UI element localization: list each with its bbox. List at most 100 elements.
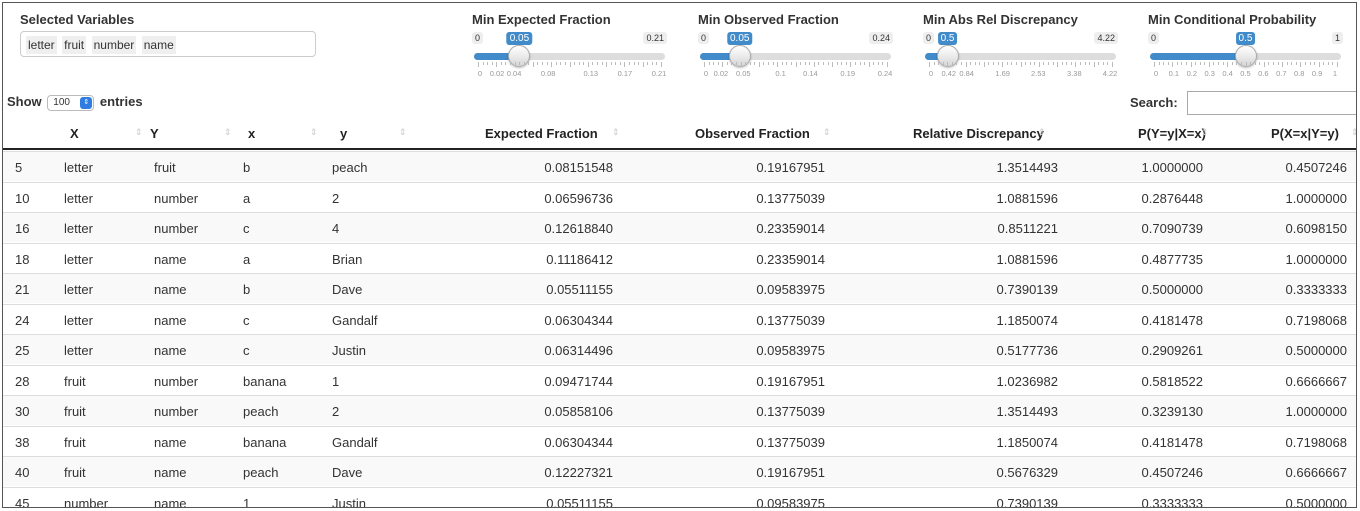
- slider-tick: [1112, 62, 1113, 67]
- slider-grid-label: 4.22: [1102, 69, 1118, 78]
- slider-grid-label: 0.02: [489, 69, 505, 78]
- sort-icon[interactable]: ⇕: [1351, 127, 1356, 138]
- column-header[interactable]: P(Y=y|X=x): [1138, 126, 1206, 141]
- table-row[interactable]: 5 letter fruit b peach 0.08151548 0.19167951 1.…: [3, 151, 1356, 181]
- slider-tick: [929, 62, 930, 67]
- table-row[interactable]: 25 letter name c Justin 0.06314496 0.09583975 0…: [3, 334, 1356, 364]
- variable-chip[interactable]: letter: [26, 36, 57, 54]
- entries-select[interactable]: 100 ⇕: [47, 94, 95, 111]
- slider-4[interactable]: Min Conditional Probability 0 1 0.5 0 0.1 0.2 0…: [1148, 12, 1343, 82]
- table-row[interactable]: 21 letter name b Dave 0.05511155 0.09583975 0.7…: [3, 273, 1356, 303]
- expected-fraction-cell: 0.05858106: [544, 404, 613, 419]
- slider-tick: [809, 62, 811, 65]
- p-y-given-x-cell: 0.4877735: [1141, 251, 1203, 267]
- slider-tick: [800, 62, 802, 65]
- observed-fraction-cell: 0.09583975: [756, 343, 825, 358]
- table-row[interactable]: 18 letter name a Brian 0.11186412 0.23359014 1.…: [3, 242, 1356, 273]
- slider-tick: [1158, 62, 1160, 65]
- table-row[interactable]: 40 fruit name peach Dave 0.12227321 0.19167951…: [3, 456, 1356, 486]
- table-row[interactable]: 45 number name 1 Justin 0.05511155 0.09583975 0…: [3, 486, 1356, 508]
- slider-track[interactable]: [474, 53, 665, 60]
- variable-chip[interactable]: number: [91, 36, 137, 54]
- slider-title: Min Observed Fraction: [698, 12, 839, 27]
- column-header[interactable]: P(X=x|Y=y): [1271, 126, 1339, 141]
- slider-tick: [836, 62, 838, 65]
- variable-chip[interactable]: fruit: [62, 36, 87, 54]
- slider-grid-label: 2.53: [1031, 69, 1046, 78]
- x-cell: c: [243, 221, 250, 236]
- sort-icon[interactable]: ⇕: [310, 127, 318, 138]
- Y-cell: name: [154, 495, 187, 508]
- table-row[interactable]: 28 fruit number banana 1 0.09471744 0.19167951…: [3, 364, 1356, 395]
- table-row[interactable]: 10 letter number a 2 0.06596736 0.13775039 1.08…: [3, 181, 1356, 212]
- slider-tick: [1213, 62, 1215, 65]
- slider-2[interactable]: Min Observed Fraction 0 0.24 0.05 0 0.02 0.05 0…: [698, 12, 893, 82]
- y-cell: Gandalf: [332, 312, 378, 328]
- X-cell: letter: [64, 190, 93, 206]
- Y-cell: number: [154, 221, 199, 236]
- expected-fraction-cell: 0.06304344: [544, 434, 613, 450]
- column-header[interactable]: y: [340, 126, 347, 141]
- table-row[interactable]: 30 fruit number peach 2 0.05858106 0.13775039 1…: [3, 395, 1356, 425]
- slider-tick: [877, 62, 879, 65]
- slider-tick: [804, 62, 806, 65]
- expected-fraction-cell: 0.05511155: [546, 282, 613, 297]
- slider-tick: [1268, 62, 1270, 65]
- p-x-given-y-cell: 0.6666667: [1285, 373, 1347, 389]
- sort-icon[interactable]: ⇕: [224, 127, 232, 138]
- slider-tick: [551, 62, 553, 67]
- slider-tick: [1291, 62, 1293, 65]
- entries-label: entries: [99, 94, 143, 109]
- sort-icon[interactable]: ⇕: [1201, 127, 1209, 138]
- selected-variables-input[interactable]: letter fruit number name: [20, 31, 316, 57]
- sort-icon[interactable]: ⇕: [135, 127, 143, 138]
- table-row[interactable]: 16 letter number c 4 0.12618840 0.23359014 0.85…: [3, 212, 1356, 242]
- row-id: 45: [15, 495, 30, 508]
- slider-tick: [1190, 62, 1192, 67]
- column-header[interactable]: Expected Fraction: [485, 126, 598, 141]
- slider-tick: [523, 62, 525, 65]
- slider-grid-label: 0.8: [1293, 69, 1305, 78]
- y-cell: Brian: [332, 251, 363, 267]
- column-header[interactable]: Relative Discrepancy: [913, 126, 1044, 141]
- slider-ticks: [929, 62, 1113, 68]
- slider-tick: [1057, 62, 1059, 67]
- slider-tick: [938, 62, 940, 65]
- slider-tick: [827, 62, 829, 65]
- table-row[interactable]: 24 letter name c Gandalf 0.06304344 0.13775039…: [3, 303, 1356, 334]
- slider-tick: [951, 62, 953, 65]
- slider-tick: [1323, 62, 1325, 65]
- slider-tick: [882, 62, 884, 65]
- slider-tick: [592, 62, 594, 65]
- slider-grid-label: 0.21: [651, 69, 667, 78]
- slider-tick: [722, 62, 724, 67]
- slider-tick: [656, 62, 658, 65]
- column-header[interactable]: Observed Fraction: [695, 126, 810, 141]
- X-cell: letter: [64, 160, 93, 175]
- slider-tick: [988, 62, 990, 65]
- slider-title: Min Abs Rel Discrepancy: [923, 12, 1078, 27]
- column-header[interactable]: x: [248, 126, 255, 141]
- sort-icon[interactable]: ⇕: [612, 127, 620, 138]
- expected-fraction-cell: 0.06304344: [544, 312, 613, 328]
- sort-icon[interactable]: ⇕: [823, 127, 831, 138]
- variable-chip[interactable]: name: [141, 36, 176, 54]
- X-cell: letter: [64, 282, 93, 297]
- slider-1[interactable]: Min Expected Fraction 0 0.21 0.05 0 0.02 0.04 0…: [472, 12, 667, 82]
- slider-tick: [1263, 62, 1265, 67]
- sort-icon[interactable]: ⇕: [1038, 127, 1046, 138]
- column-header[interactable]: Y: [150, 126, 159, 141]
- slider-tick: [854, 62, 856, 65]
- slider-tick: [647, 62, 649, 65]
- sort-icon[interactable]: ⇕: [399, 127, 407, 138]
- slider-tick: [1070, 62, 1072, 65]
- slider-tick: [482, 62, 484, 65]
- slider-3[interactable]: Min Abs Rel Discrepancy 0 4.22 0.5 0 0.42 0.84…: [923, 12, 1118, 82]
- slider-tick: [1034, 62, 1036, 65]
- table-row[interactable]: 38 fruit name banana Gandalf 0.06304344 0.1377…: [3, 425, 1356, 456]
- column-header[interactable]: X: [70, 126, 79, 141]
- slider-tick: [542, 62, 544, 65]
- y-cell: 2: [332, 404, 340, 419]
- y-cell: 4: [332, 221, 340, 236]
- search-input[interactable]: [1187, 91, 1356, 115]
